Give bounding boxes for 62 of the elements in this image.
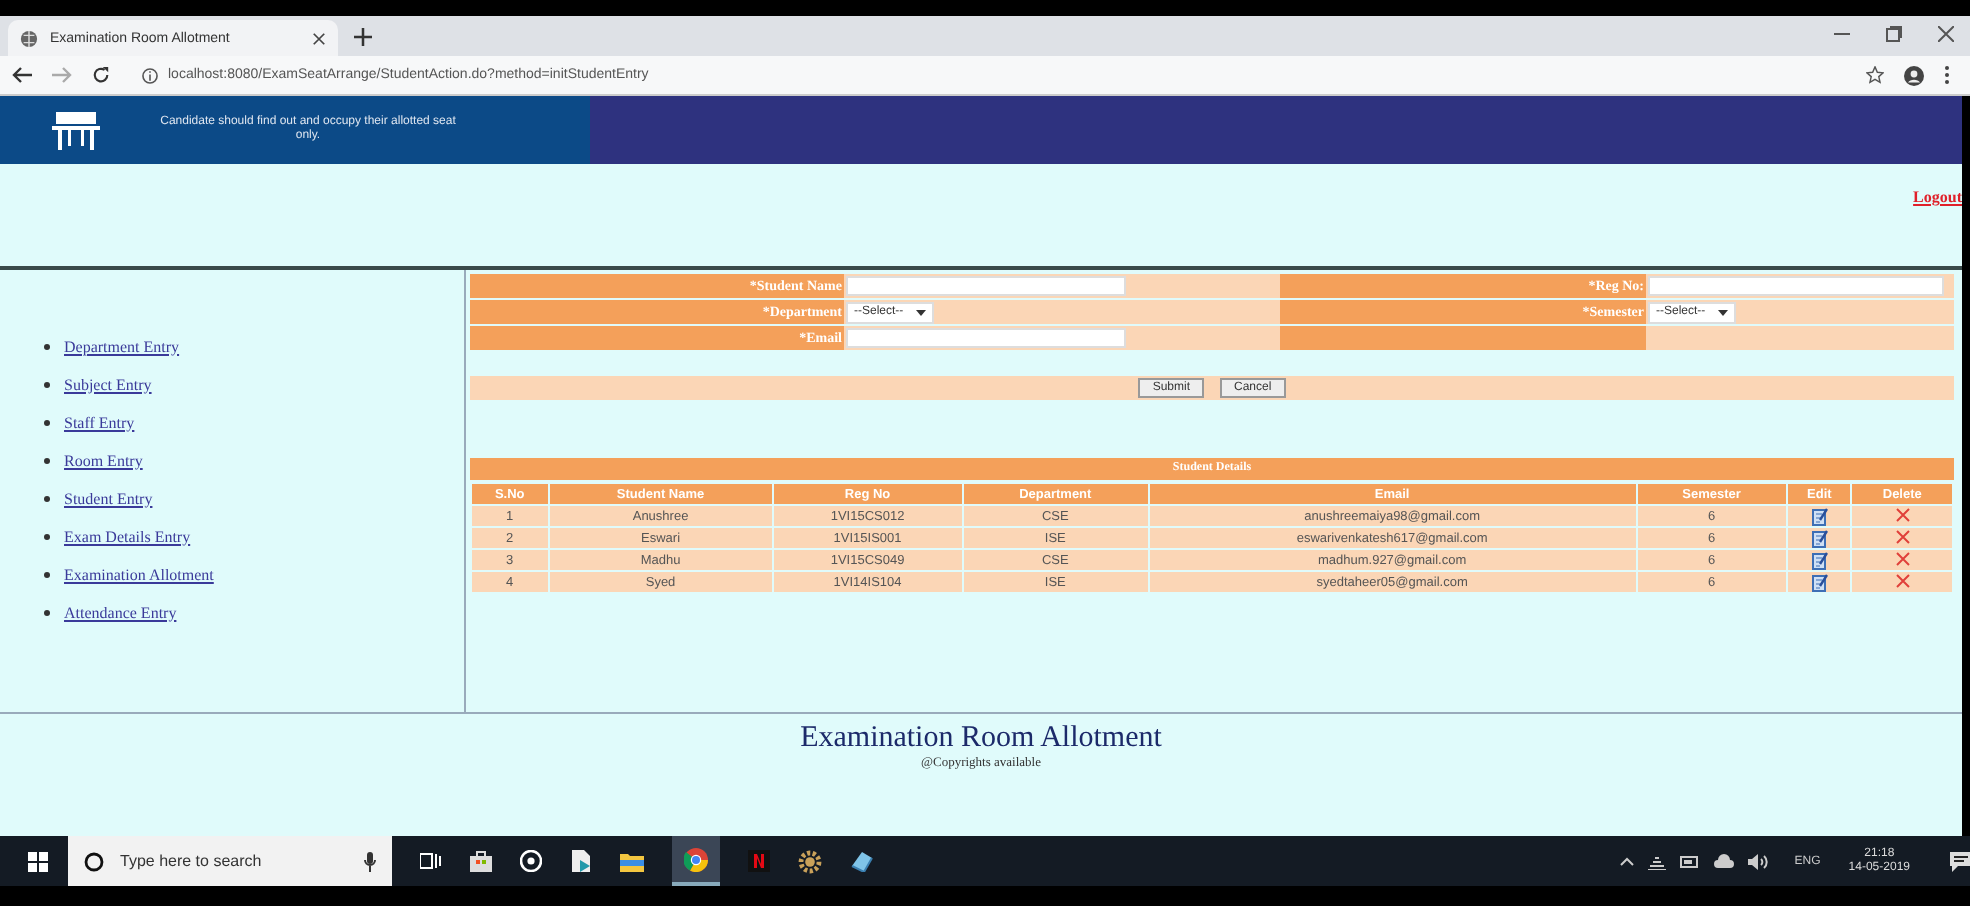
info-icon <box>142 67 158 83</box>
store-bag-icon[interactable] <box>470 850 492 872</box>
plus-icon[interactable] <box>354 28 372 46</box>
microphone-icon <box>364 851 376 871</box>
bullet-icon <box>44 571 50 577</box>
caret-icon <box>1717 309 1728 315</box>
bullet-icon <box>44 419 50 425</box>
account-icon[interactable] <box>1904 65 1924 85</box>
restore-icon[interactable] <box>1886 26 1902 42</box>
task-view-icon[interactable] <box>420 852 442 870</box>
edit-icon[interactable] <box>1811 529 1828 547</box>
browser-icon[interactable] <box>684 847 708 871</box>
globe-icon <box>20 29 38 47</box>
bullet-icon <box>44 457 50 463</box>
text-field[interactable] <box>846 276 1126 296</box>
cloud-icon[interactable] <box>1714 854 1735 868</box>
delete-icon[interactable] <box>1895 530 1910 545</box>
sidebar-link[interactable]: Examination Allotment <box>64 565 214 583</box>
sidebar-link[interactable]: Student Entry <box>64 489 153 507</box>
star-icon[interactable] <box>1866 66 1884 84</box>
edit-icon[interactable] <box>1811 507 1828 525</box>
chevron-up-icon[interactable] <box>1620 856 1635 866</box>
network-icon[interactable] <box>1648 853 1667 869</box>
gear-icon[interactable] <box>798 849 822 873</box>
document-icon[interactable] <box>570 850 592 872</box>
bullet-icon <box>44 381 50 387</box>
circle-icon <box>84 851 104 871</box>
taskbar-search-bar[interactable]: Type here to search <box>68 836 392 886</box>
edit-icon[interactable] <box>1811 551 1828 569</box>
battery-icon[interactable] <box>1680 855 1701 867</box>
notification-icon[interactable] <box>1950 851 1970 871</box>
sidebar-link[interactable]: Attendance Entry <box>64 603 177 621</box>
logout-link[interactable]: Logout <box>1913 188 1962 208</box>
delete-icon[interactable] <box>1895 552 1910 567</box>
app-icon[interactable] <box>850 850 874 872</box>
text-field[interactable] <box>1648 276 1944 296</box>
caret-icon <box>915 309 926 315</box>
bullet-icon <box>44 533 50 539</box>
close-icon[interactable] <box>312 31 326 45</box>
sidebar-link[interactable]: Exam Details Entry <box>64 527 191 545</box>
menu-icon[interactable] <box>1944 66 1950 84</box>
text-field[interactable] <box>846 328 1126 348</box>
search-field[interactable]: Type here to search <box>120 852 348 870</box>
close-icon[interactable] <box>1938 26 1954 42</box>
letter-app-icon[interactable] <box>748 850 770 872</box>
back-arrow-icon[interactable] <box>12 66 32 84</box>
sidebar-link[interactable]: Room Entry <box>64 451 143 469</box>
footer-title: Examination Room Allotment <box>800 722 1162 756</box>
folder-icon[interactable] <box>620 851 644 871</box>
bullet-icon <box>44 609 50 615</box>
windows-start-icon[interactable] <box>28 851 48 871</box>
edit-icon[interactable] <box>1811 573 1828 591</box>
sidebar-link[interactable]: Staff Entry <box>64 413 135 431</box>
bullet-icon <box>44 343 50 349</box>
delete-icon[interactable] <box>1895 574 1910 589</box>
bench-icon <box>52 110 100 150</box>
delete-icon[interactable] <box>1895 508 1910 523</box>
sidebar-link[interactable]: Department Entry <box>64 337 180 355</box>
bullet-icon <box>44 495 50 501</box>
sidebar-link[interactable]: Subject Entry <box>64 375 152 393</box>
speaker-icon[interactable] <box>1748 853 1769 869</box>
reload-icon[interactable] <box>92 66 110 84</box>
